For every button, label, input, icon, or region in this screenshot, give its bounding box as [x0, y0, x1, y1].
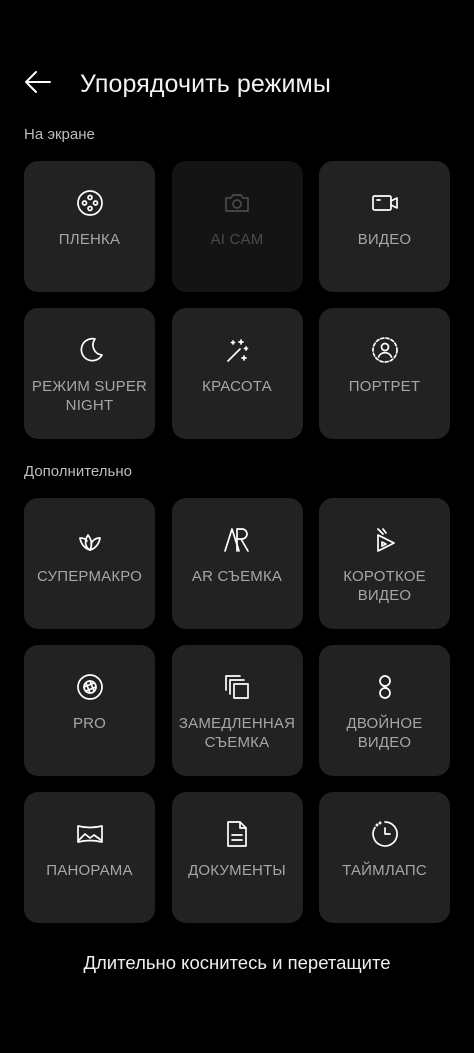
aperture-icon [75, 672, 105, 702]
mode-tile-panorama[interactable]: ПАНОРАМА [24, 792, 155, 923]
page-title: Упорядочить режимы [80, 70, 331, 98]
mode-tile-pro[interactable]: PRO [24, 645, 155, 776]
moon-icon [75, 335, 105, 365]
mode-tile-super-night[interactable]: РЕЖИМ SUPER NIGHT [24, 308, 155, 439]
mode-label: ПОРТРЕТ [348, 378, 421, 395]
mode-label: ПАНОРАМА [46, 862, 133, 879]
mode-label: PRO [72, 715, 107, 732]
mode-label: КОРОТКОЕ ВИДЕО [343, 568, 426, 604]
back-button[interactable] [18, 68, 58, 100]
mode-label: СУПЕРМАКРО [36, 568, 143, 585]
mode-tile-ai-cam[interactable]: AI CAM [171, 161, 303, 292]
section-label-additional: Дополнительно [24, 463, 132, 480]
mode-label: РЕЖИМ SUPER NIGHT [31, 378, 148, 414]
magic-wand-icon [222, 335, 252, 365]
header: Упорядочить режимы [0, 56, 474, 112]
arrow-left-icon [23, 70, 53, 99]
mode-tile-documents[interactable]: ДОКУМЕНТЫ [171, 792, 303, 923]
mode-label: КРАСОТА [202, 378, 272, 395]
mode-tile-dual-video[interactable]: ДВОЙНОЕ ВИДЕО [319, 645, 450, 776]
mode-label: ВИДЕО [357, 231, 412, 248]
mode-tile-supermacro[interactable]: СУПЕРМАКРО [24, 498, 155, 629]
mode-label: ДВОЙНОЕ ВИДЕО [346, 715, 423, 751]
video-camera-icon [370, 188, 400, 218]
additional-modes-grid: СУПЕРМАКРО AR СЪЕМКА КОРОТКОЕ ВИДЕО PRO … [24, 498, 450, 923]
mode-tile-ar[interactable]: AR СЪЕМКА [171, 498, 303, 629]
document-icon [222, 819, 252, 849]
mode-label: AI CAM [210, 231, 264, 248]
mode-label: AR СЪЕМКА [191, 568, 283, 585]
portrait-icon [370, 335, 400, 365]
mode-tile-timelapse[interactable]: ТАЙМЛАПС [319, 792, 450, 923]
mode-tile-video[interactable]: ВИДЕО [319, 161, 450, 292]
section-label-on-screen: На экране [24, 126, 95, 143]
timelapse-icon [370, 819, 400, 849]
mode-tile-beauty[interactable]: КРАСОТА [171, 308, 303, 439]
drag-hint-text: Длительно коснитесь и перетащите [83, 952, 391, 973]
mode-label: ДОКУМЕНТЫ [188, 862, 286, 879]
mode-label: ТАЙМЛАПС [342, 862, 427, 879]
mode-tile-portrait[interactable]: ПОРТРЕТ [319, 308, 450, 439]
mode-tile-short-video[interactable]: КОРОТКОЕ ВИДЕО [319, 498, 450, 629]
dual-video-icon [370, 672, 400, 702]
short-video-icon [370, 525, 400, 555]
film-reel-icon [75, 188, 105, 218]
ar-icon [222, 525, 252, 555]
camera-icon [222, 188, 252, 218]
mode-tile-slow-motion[interactable]: ЗАМЕДЛЕННАЯ СЪЕМКА [171, 645, 303, 776]
panorama-icon [75, 819, 105, 849]
on-screen-modes-grid: ПЛЕНКА AI CAM ВИДЕО РЕЖИМ SUPER NIGHT КР… [24, 161, 450, 439]
slow-motion-icon [222, 672, 252, 702]
mode-label: ЗАМЕДЛЕННАЯ СЪЕМКА [178, 715, 296, 751]
mode-tile-film[interactable]: ПЛЕНКА [24, 161, 155, 292]
leaf-icon [75, 525, 105, 555]
mode-label: ПЛЕНКА [58, 231, 121, 248]
